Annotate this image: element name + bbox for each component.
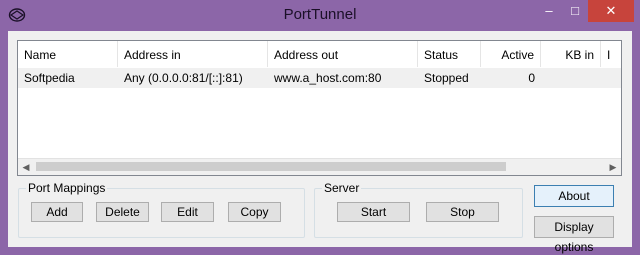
cell-address-in: Any (0.0.0.0:81/[::]:81) (124, 71, 243, 85)
column-header-active[interactable]: Active (481, 41, 541, 67)
scrollbar-thumb[interactable] (36, 162, 506, 171)
cell-active: 0 (528, 71, 535, 85)
copy-button[interactable]: Copy (228, 202, 281, 222)
stop-button[interactable]: Stop (426, 202, 499, 222)
column-header-kb-in[interactable]: KB in (541, 41, 601, 67)
about-button[interactable]: About (534, 185, 614, 207)
cell-address-out: www.a_host.com:80 (274, 71, 382, 85)
display-options-button[interactable]: Display options (534, 216, 614, 254)
delete-button[interactable]: Delete (96, 202, 149, 222)
porttunnel-window: PortTunnel ‒ □ ✕ Name Address in Address… (0, 0, 640, 255)
minimize-button[interactable]: ‒ (536, 0, 562, 22)
scroll-left-arrow-icon[interactable]: ◀ (18, 159, 34, 175)
port-mappings-label: Port Mappings (26, 181, 108, 195)
server-group: Server Start Stop (314, 181, 523, 238)
minimize-icon: ‒ (545, 3, 553, 18)
server-label: Server (322, 181, 362, 195)
column-header-status[interactable]: Status (418, 41, 481, 67)
port-mappings-group: Port Mappings Add Delete Edit Copy (18, 181, 305, 238)
close-icon: ✕ (605, 3, 617, 18)
column-header-name[interactable]: Name (18, 41, 118, 67)
scroll-right-arrow-icon[interactable]: ▶ (605, 159, 621, 175)
main-panel: Name Address in Address out Status Activ… (8, 31, 632, 254)
horizontal-scrollbar[interactable]: ◀ ▶ (18, 158, 621, 175)
edit-button[interactable]: Edit (161, 202, 214, 222)
column-header-address-out[interactable]: Address out (268, 41, 418, 67)
close-button[interactable]: ✕ (588, 0, 634, 22)
table-row[interactable]: Softpedia Any (0.0.0.0:81/[::]:81) www.a… (18, 68, 621, 88)
cell-kb-in (541, 68, 601, 88)
cell-name: Softpedia (24, 71, 75, 85)
maximize-icon: □ (571, 3, 579, 18)
port-mapping-list[interactable]: Name Address in Address out Status Activ… (17, 40, 622, 176)
start-button[interactable]: Start (337, 202, 410, 222)
column-header-address-in[interactable]: Address in (118, 41, 268, 67)
column-header-partial[interactable]: I (601, 41, 621, 67)
maximize-button[interactable]: □ (562, 0, 588, 22)
list-header: Name Address in Address out Status Activ… (18, 41, 621, 67)
cell-status: Stopped (424, 71, 469, 85)
title-bar[interactable]: PortTunnel ‒ □ ✕ (0, 0, 640, 30)
add-button[interactable]: Add (31, 202, 83, 222)
